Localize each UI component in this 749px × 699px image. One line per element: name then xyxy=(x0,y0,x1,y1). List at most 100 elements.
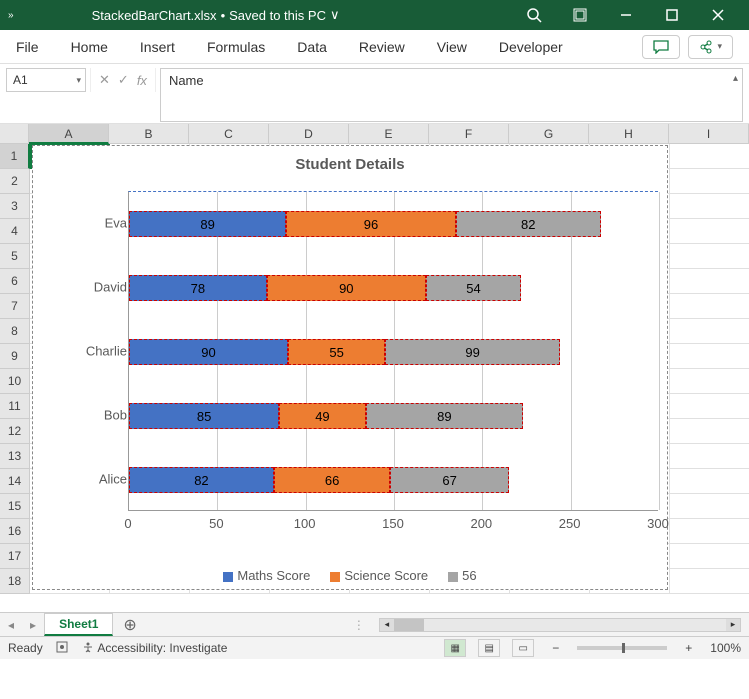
chart-title: Student Details xyxy=(33,156,667,173)
row-header[interactable]: 2 xyxy=(0,169,30,194)
row-header[interactable]: 7 xyxy=(0,294,30,319)
accessibility-label: Accessibility: Investigate xyxy=(97,641,227,655)
column-header[interactable]: A xyxy=(29,124,109,144)
zoom-level[interactable]: 100% xyxy=(710,641,741,655)
search-button[interactable] xyxy=(511,0,557,30)
tab-review[interactable]: Review xyxy=(359,39,405,55)
view-normal-button[interactable]: ▦ xyxy=(444,639,466,657)
column-header[interactable]: E xyxy=(349,124,429,144)
row-header[interactable]: 13 xyxy=(0,444,30,469)
legend-item: 56 xyxy=(448,568,476,583)
enter-icon[interactable]: ✓ xyxy=(118,72,129,88)
formula-input[interactable]: Name ▴ xyxy=(160,68,743,122)
bar-segment: 55 xyxy=(288,339,385,365)
cells-area[interactable]: Student Details 899682789054905599854989… xyxy=(30,144,749,594)
column-header[interactable]: C xyxy=(189,124,269,144)
bar-segment: 89 xyxy=(129,211,286,237)
zoom-in-button[interactable]: + xyxy=(679,641,698,655)
bar-segment: 99 xyxy=(385,339,560,365)
sheet-nav-prev[interactable]: ◂ xyxy=(0,618,22,632)
sheet-nav-next[interactable]: ▸ xyxy=(22,618,44,632)
tab-split-handle[interactable]: ⋮ xyxy=(347,618,371,632)
row-header[interactable]: 15 xyxy=(0,494,30,519)
chevron-down-icon: ▾ xyxy=(717,41,722,52)
column-header[interactable]: B xyxy=(109,124,189,144)
chart-object[interactable]: Student Details 899682789054905599854989… xyxy=(32,145,668,590)
view-page-break-button[interactable]: ▭ xyxy=(512,639,534,657)
row-header[interactable]: 12 xyxy=(0,419,30,444)
quick-access-chevron[interactable]: » xyxy=(8,10,14,21)
comments-button[interactable] xyxy=(642,35,680,59)
row-header[interactable]: 14 xyxy=(0,469,30,494)
row-header[interactable]: 6 xyxy=(0,269,30,294)
row-header[interactable]: 10 xyxy=(0,369,30,394)
zoom-out-button[interactable]: − xyxy=(546,641,565,655)
x-axis-label: 100 xyxy=(294,516,316,531)
formula-value: Name xyxy=(169,73,204,88)
column-header[interactable]: H xyxy=(589,124,669,144)
row-header[interactable]: 11 xyxy=(0,394,30,419)
bar-segment: 90 xyxy=(267,275,426,301)
status-ready: Ready xyxy=(8,641,43,655)
macro-record-icon[interactable] xyxy=(55,640,69,657)
y-axis-label: Charlie xyxy=(86,344,127,359)
share-button[interactable]: ▾ xyxy=(688,35,733,59)
title-sep: • xyxy=(221,8,226,23)
y-axis-label: Alice xyxy=(99,472,127,487)
column-headers: A B C D E F G H I xyxy=(0,124,749,144)
column-header[interactable]: F xyxy=(429,124,509,144)
tab-developer[interactable]: Developer xyxy=(499,39,563,55)
tab-file[interactable]: File xyxy=(16,39,39,55)
row-header[interactable]: 8 xyxy=(0,319,30,344)
window-title: StackedBarChart.xlsx • Saved to this PC … xyxy=(92,7,340,23)
sheet-tab[interactable]: Sheet1 xyxy=(44,613,113,636)
accessibility-status[interactable]: Accessibility: Investigate xyxy=(81,641,228,656)
cancel-icon[interactable]: ✕ xyxy=(99,72,110,88)
title-dropdown-icon[interactable]: ∨ xyxy=(330,7,340,23)
row-header[interactable]: 4 xyxy=(0,219,30,244)
scroll-thumb[interactable] xyxy=(394,619,424,631)
row-header[interactable]: 1 xyxy=(0,144,30,169)
bar-segment: 96 xyxy=(286,211,456,237)
add-sheet-button[interactable]: ⊕ xyxy=(113,615,146,635)
tab-formulas[interactable]: Formulas xyxy=(207,39,265,55)
horizontal-scrollbar[interactable]: ◂ ▸ xyxy=(379,618,741,632)
sheet-tab-bar: ◂ ▸ Sheet1 ⊕ ⋮ ◂ ▸ xyxy=(0,612,749,636)
spreadsheet-grid: A B C D E F G H I 1 2 3 4 5 6 7 8 9 10 1… xyxy=(0,124,749,612)
row-header[interactable]: 17 xyxy=(0,544,30,569)
tab-insert[interactable]: Insert xyxy=(140,39,175,55)
bar-segment: 66 xyxy=(274,467,391,493)
view-page-layout-button[interactable]: ▤ xyxy=(478,639,500,657)
row-header[interactable]: 18 xyxy=(0,569,30,594)
column-header[interactable]: I xyxy=(669,124,749,144)
row-header[interactable]: 9 xyxy=(0,344,30,369)
column-header[interactable]: G xyxy=(509,124,589,144)
legend-item: Maths Score xyxy=(223,568,310,583)
row-header[interactable]: 3 xyxy=(0,194,30,219)
zoom-slider[interactable] xyxy=(577,646,667,650)
file-name: StackedBarChart.xlsx xyxy=(92,8,217,23)
tab-home[interactable]: Home xyxy=(71,39,108,55)
row-header[interactable]: 16 xyxy=(0,519,30,544)
row-header[interactable]: 5 xyxy=(0,244,30,269)
row-headers: 1 2 3 4 5 6 7 8 9 10 11 12 13 14 15 16 1… xyxy=(0,144,30,594)
close-button[interactable] xyxy=(695,0,741,30)
scroll-right-icon[interactable]: ▸ xyxy=(726,619,740,631)
tab-view[interactable]: View xyxy=(437,39,467,55)
x-axis-label: 150 xyxy=(382,516,404,531)
formula-bar: A1 ✕ ✓ fx Name ▴ xyxy=(0,64,749,124)
legend-item: Science Score xyxy=(330,568,428,583)
x-axis-label: 250 xyxy=(559,516,581,531)
y-axis-label: Bob xyxy=(104,408,127,423)
minimize-button[interactable] xyxy=(603,0,649,30)
fx-icon[interactable]: fx xyxy=(137,73,147,88)
bar-segment: 78 xyxy=(129,275,267,301)
scroll-left-icon[interactable]: ◂ xyxy=(380,619,394,631)
account-button[interactable] xyxy=(557,0,603,30)
maximize-button[interactable] xyxy=(649,0,695,30)
expand-formula-bar-icon[interactable]: ▴ xyxy=(733,73,738,84)
column-header[interactable]: D xyxy=(269,124,349,144)
select-all-corner[interactable] xyxy=(0,124,29,144)
name-box[interactable]: A1 xyxy=(6,68,86,92)
tab-data[interactable]: Data xyxy=(297,39,327,55)
